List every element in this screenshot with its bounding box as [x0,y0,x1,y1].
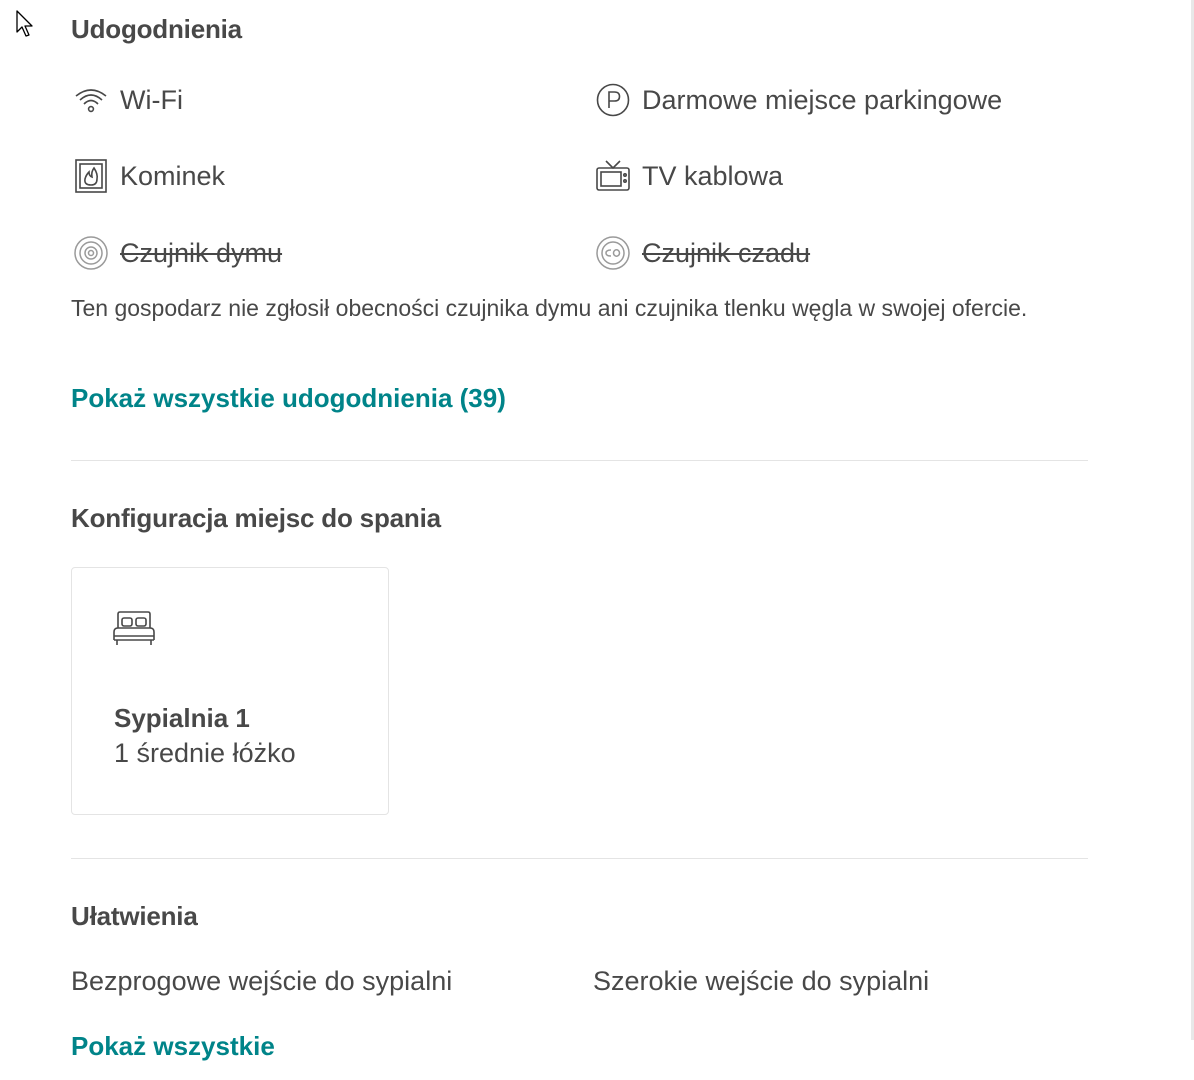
room-name: Sypialnia 1 [114,703,250,733]
amenity-label: Czujnik dymu [120,237,283,268]
amenity-wifi: Wi-Fi [71,80,183,120]
amenity-label: Darmowe miejsce parkingowe [642,84,1003,115]
fireplace-icon [71,156,111,196]
amenity-label: Wi-Fi [120,84,183,115]
amenity-label: TV kablowa [642,160,784,191]
bed-description: 1 średnie łóżko [114,738,296,768]
mouse-cursor-icon [16,10,33,37]
smoke-detector-icon [71,233,111,273]
page: Udogodnienia Wi-Fi Darmowe miejsce parki… [0,0,1194,1080]
sleeping-arrangements-title: Konfiguracja miejsc do spania [71,503,441,533]
accessibility-title: Ułatwienia [71,901,198,931]
amenity-fireplace: Kominek [71,156,225,196]
accessibility-item: Bezprogowe wejście do sypialni [71,966,453,996]
wifi-icon [71,80,111,120]
show-all-amenities-link[interactable]: Pokaż wszystkie udogodnienia (39) [71,383,506,414]
amenity-parking: Darmowe miejsce parkingowe [593,80,1002,120]
amenity-label: Czujnik czadu [642,237,811,268]
section-divider [71,460,1088,461]
amenities-note: Ten gospodarz nie zgłosił obecności czuj… [71,295,1028,321]
section-divider [71,858,1088,859]
accessibility-item: Szerokie wejście do sypialni [593,966,930,996]
amenity-co-detector: Czujnik czadu [593,233,810,273]
tv-icon [593,156,633,196]
show-all-accessibility-link[interactable]: Pokaż wszystkie [71,1031,275,1062]
bedroom-card: Sypialnia 1 1 średnie łóżko [71,567,389,815]
parking-icon [593,80,633,120]
bed-icon [113,611,155,645]
amenity-smoke-detector: Czujnik dymu [71,233,282,273]
amenity-label: Kominek [120,160,226,191]
co-detector-icon [593,233,633,273]
amenity-tv: TV kablowa [593,156,783,196]
amenities-title: Udogodnienia [71,14,242,44]
